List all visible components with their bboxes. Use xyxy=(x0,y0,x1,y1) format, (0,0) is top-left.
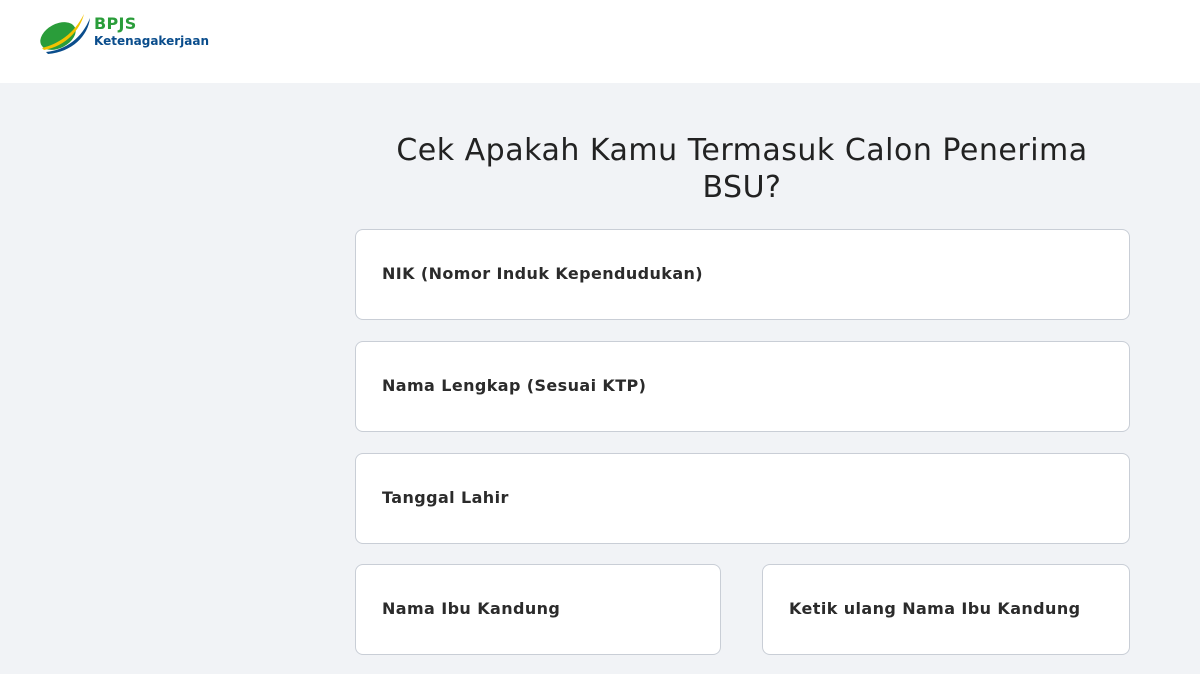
full-name-label: Nama Lengkap (Sesuai KTP) xyxy=(382,376,647,395)
mother-name-field[interactable]: Nama Ibu Kandung xyxy=(355,564,721,655)
nik-field[interactable]: NIK (Nomor Induk Kependudukan) xyxy=(355,229,1130,320)
logo-text: BPJS Ketenagakerjaan xyxy=(94,13,209,48)
birth-date-field[interactable]: Tanggal Lahir xyxy=(355,453,1130,544)
page-title: Cek Apakah Kamu Termasuk Calon Penerima … xyxy=(396,133,1088,205)
full-name-field[interactable]: Nama Lengkap (Sesuai KTP) xyxy=(355,341,1130,432)
page: BPJS Ketenagakerjaan Cek Apakah Kamu Ter… xyxy=(0,0,1200,674)
mother-name-confirm-label: Ketik ulang Nama Ibu Kandung xyxy=(789,599,1081,618)
mother-name-confirm-field[interactable]: Ketik ulang Nama Ibu Kandung xyxy=(762,564,1130,655)
logo-subtitle: Ketenagakerjaan xyxy=(94,33,209,48)
bpjs-logo[interactable]: BPJS Ketenagakerjaan xyxy=(36,8,209,54)
birth-date-label: Tanggal Lahir xyxy=(382,488,509,507)
header-bar: BPJS Ketenagakerjaan xyxy=(0,0,1200,83)
nik-label: NIK (Nomor Induk Kependudukan) xyxy=(382,264,704,283)
logo-brand: BPJS xyxy=(94,13,137,33)
mother-name-label: Nama Ibu Kandung xyxy=(382,599,561,618)
bpjs-leaf-icon xyxy=(40,14,90,54)
